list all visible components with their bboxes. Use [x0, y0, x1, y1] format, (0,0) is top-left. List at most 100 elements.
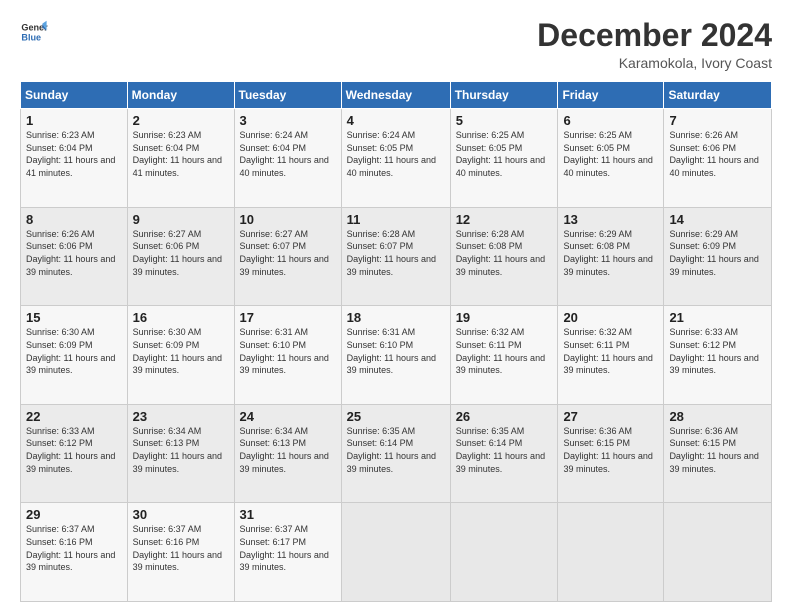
day-info: Sunrise: 6:36 AMSunset: 6:15 PMDaylight:…	[669, 426, 758, 474]
table-cell: 7 Sunrise: 6:26 AMSunset: 6:06 PMDayligh…	[664, 109, 772, 208]
day-info: Sunrise: 6:35 AMSunset: 6:14 PMDaylight:…	[347, 426, 436, 474]
table-cell: 10 Sunrise: 6:27 AMSunset: 6:07 PMDaylig…	[234, 207, 341, 306]
col-tuesday: Tuesday	[234, 82, 341, 109]
logo-icon: General Blue	[20, 18, 48, 46]
day-number: 2	[133, 113, 229, 128]
day-info: Sunrise: 6:32 AMSunset: 6:11 PMDaylight:…	[563, 327, 652, 375]
day-info: Sunrise: 6:28 AMSunset: 6:07 PMDaylight:…	[347, 229, 436, 277]
day-number: 14	[669, 212, 766, 227]
table-cell: 29 Sunrise: 6:37 AMSunset: 6:16 PMDaylig…	[21, 503, 128, 602]
day-info: Sunrise: 6:29 AMSunset: 6:08 PMDaylight:…	[563, 229, 652, 277]
day-number: 8	[26, 212, 122, 227]
table-cell: 24 Sunrise: 6:34 AMSunset: 6:13 PMDaylig…	[234, 404, 341, 503]
table-cell: 26 Sunrise: 6:35 AMSunset: 6:14 PMDaylig…	[450, 404, 558, 503]
table-cell: 4 Sunrise: 6:24 AMSunset: 6:05 PMDayligh…	[341, 109, 450, 208]
table-cell: 2 Sunrise: 6:23 AMSunset: 6:04 PMDayligh…	[127, 109, 234, 208]
table-cell: 1 Sunrise: 6:23 AMSunset: 6:04 PMDayligh…	[21, 109, 128, 208]
table-cell: 31 Sunrise: 6:37 AMSunset: 6:17 PMDaylig…	[234, 503, 341, 602]
day-number: 4	[347, 113, 445, 128]
table-cell: 21 Sunrise: 6:33 AMSunset: 6:12 PMDaylig…	[664, 306, 772, 405]
table-cell	[664, 503, 772, 602]
day-info: Sunrise: 6:33 AMSunset: 6:12 PMDaylight:…	[669, 327, 758, 375]
day-number: 29	[26, 507, 122, 522]
day-number: 18	[347, 310, 445, 325]
day-number: 11	[347, 212, 445, 227]
day-info: Sunrise: 6:30 AMSunset: 6:09 PMDaylight:…	[26, 327, 115, 375]
day-info: Sunrise: 6:32 AMSunset: 6:11 PMDaylight:…	[456, 327, 545, 375]
table-cell: 25 Sunrise: 6:35 AMSunset: 6:14 PMDaylig…	[341, 404, 450, 503]
day-info: Sunrise: 6:27 AMSunset: 6:06 PMDaylight:…	[133, 229, 222, 277]
table-cell: 28 Sunrise: 6:36 AMSunset: 6:15 PMDaylig…	[664, 404, 772, 503]
day-info: Sunrise: 6:34 AMSunset: 6:13 PMDaylight:…	[133, 426, 222, 474]
svg-text:Blue: Blue	[21, 32, 41, 42]
table-cell: 5 Sunrise: 6:25 AMSunset: 6:05 PMDayligh…	[450, 109, 558, 208]
table-cell: 16 Sunrise: 6:30 AMSunset: 6:09 PMDaylig…	[127, 306, 234, 405]
day-info: Sunrise: 6:34 AMSunset: 6:13 PMDaylight:…	[240, 426, 329, 474]
day-number: 7	[669, 113, 766, 128]
day-number: 13	[563, 212, 658, 227]
table-cell: 18 Sunrise: 6:31 AMSunset: 6:10 PMDaylig…	[341, 306, 450, 405]
day-info: Sunrise: 6:24 AMSunset: 6:04 PMDaylight:…	[240, 130, 329, 178]
table-cell	[558, 503, 664, 602]
day-info: Sunrise: 6:28 AMSunset: 6:08 PMDaylight:…	[456, 229, 545, 277]
col-saturday: Saturday	[664, 82, 772, 109]
table-cell: 8 Sunrise: 6:26 AMSunset: 6:06 PMDayligh…	[21, 207, 128, 306]
table-cell	[341, 503, 450, 602]
day-number: 6	[563, 113, 658, 128]
day-info: Sunrise: 6:29 AMSunset: 6:09 PMDaylight:…	[669, 229, 758, 277]
table-cell: 13 Sunrise: 6:29 AMSunset: 6:08 PMDaylig…	[558, 207, 664, 306]
col-thursday: Thursday	[450, 82, 558, 109]
main-title: December 2024	[537, 18, 772, 53]
day-info: Sunrise: 6:36 AMSunset: 6:15 PMDaylight:…	[563, 426, 652, 474]
table-cell: 14 Sunrise: 6:29 AMSunset: 6:09 PMDaylig…	[664, 207, 772, 306]
day-number: 1	[26, 113, 122, 128]
day-info: Sunrise: 6:37 AMSunset: 6:17 PMDaylight:…	[240, 524, 329, 572]
table-cell: 3 Sunrise: 6:24 AMSunset: 6:04 PMDayligh…	[234, 109, 341, 208]
calendar-row: 8 Sunrise: 6:26 AMSunset: 6:06 PMDayligh…	[21, 207, 772, 306]
header: General Blue December 2024 Karamokola, I…	[20, 18, 772, 71]
day-number: 30	[133, 507, 229, 522]
table-cell: 9 Sunrise: 6:27 AMSunset: 6:06 PMDayligh…	[127, 207, 234, 306]
day-info: Sunrise: 6:31 AMSunset: 6:10 PMDaylight:…	[240, 327, 329, 375]
table-cell: 11 Sunrise: 6:28 AMSunset: 6:07 PMDaylig…	[341, 207, 450, 306]
day-info: Sunrise: 6:23 AMSunset: 6:04 PMDaylight:…	[26, 130, 115, 178]
day-number: 28	[669, 409, 766, 424]
day-number: 16	[133, 310, 229, 325]
table-cell: 6 Sunrise: 6:25 AMSunset: 6:05 PMDayligh…	[558, 109, 664, 208]
table-cell: 19 Sunrise: 6:32 AMSunset: 6:11 PMDaylig…	[450, 306, 558, 405]
day-number: 10	[240, 212, 336, 227]
table-cell: 15 Sunrise: 6:30 AMSunset: 6:09 PMDaylig…	[21, 306, 128, 405]
day-number: 25	[347, 409, 445, 424]
day-info: Sunrise: 6:26 AMSunset: 6:06 PMDaylight:…	[26, 229, 115, 277]
day-info: Sunrise: 6:37 AMSunset: 6:16 PMDaylight:…	[133, 524, 222, 572]
day-number: 22	[26, 409, 122, 424]
day-info: Sunrise: 6:23 AMSunset: 6:04 PMDaylight:…	[133, 130, 222, 178]
day-info: Sunrise: 6:37 AMSunset: 6:16 PMDaylight:…	[26, 524, 115, 572]
day-number: 15	[26, 310, 122, 325]
day-info: Sunrise: 6:31 AMSunset: 6:10 PMDaylight:…	[347, 327, 436, 375]
day-number: 5	[456, 113, 553, 128]
day-number: 12	[456, 212, 553, 227]
table-cell: 27 Sunrise: 6:36 AMSunset: 6:15 PMDaylig…	[558, 404, 664, 503]
day-number: 17	[240, 310, 336, 325]
day-number: 23	[133, 409, 229, 424]
day-info: Sunrise: 6:30 AMSunset: 6:09 PMDaylight:…	[133, 327, 222, 375]
table-cell	[450, 503, 558, 602]
col-wednesday: Wednesday	[341, 82, 450, 109]
day-info: Sunrise: 6:25 AMSunset: 6:05 PMDaylight:…	[456, 130, 545, 178]
day-info: Sunrise: 6:24 AMSunset: 6:05 PMDaylight:…	[347, 130, 436, 178]
table-cell: 30 Sunrise: 6:37 AMSunset: 6:16 PMDaylig…	[127, 503, 234, 602]
day-info: Sunrise: 6:33 AMSunset: 6:12 PMDaylight:…	[26, 426, 115, 474]
calendar-table: Sunday Monday Tuesday Wednesday Thursday…	[20, 81, 772, 602]
table-cell: 17 Sunrise: 6:31 AMSunset: 6:10 PMDaylig…	[234, 306, 341, 405]
col-monday: Monday	[127, 82, 234, 109]
day-number: 20	[563, 310, 658, 325]
day-number: 26	[456, 409, 553, 424]
day-number: 3	[240, 113, 336, 128]
day-number: 31	[240, 507, 336, 522]
day-number: 19	[456, 310, 553, 325]
subtitle: Karamokola, Ivory Coast	[537, 55, 772, 71]
day-number: 21	[669, 310, 766, 325]
calendar-row: 15 Sunrise: 6:30 AMSunset: 6:09 PMDaylig…	[21, 306, 772, 405]
calendar-row: 29 Sunrise: 6:37 AMSunset: 6:16 PMDaylig…	[21, 503, 772, 602]
